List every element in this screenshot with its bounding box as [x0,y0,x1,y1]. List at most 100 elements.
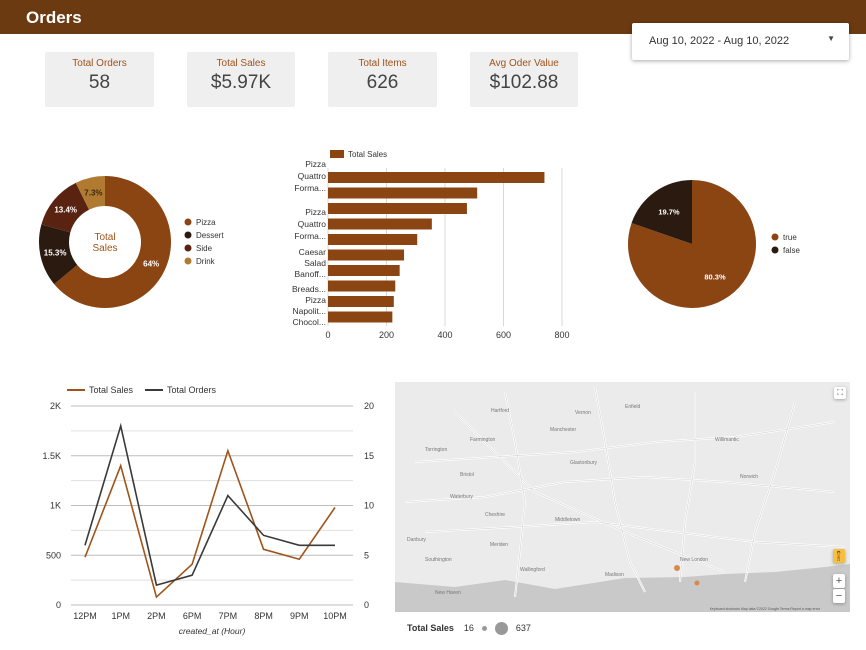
legend-swatch-side [184,244,192,252]
x-tick-label: 2PM [147,611,166,621]
kpi-card-total-sales: Total Sales $5.97K [187,52,295,107]
kpi-value: $102.88 [489,72,559,93]
date-range-label: Aug 10, 2022 - Aug 10, 2022 [649,35,790,47]
y-category-label: Pizza Quattro Forma... [294,159,326,193]
donut-center-label: Total [94,232,115,243]
bar-5 [328,249,405,261]
sales-map[interactable]: Hartford New Haven Waterbury Middletown Torr… [395,382,850,612]
x-tick-label: 1PM [111,611,130,621]
legend-label-false: false [783,246,800,255]
x-tick-label: 400 [437,330,452,340]
y-left-tick-label: 0 [56,600,61,610]
y-right-tick-label: 10 [364,501,374,511]
bar-8 [328,296,394,307]
legend-label-total-sales: Total Sales [89,385,134,395]
category-donut-chart: 64% 15.3% 13.4% 7.3% TotalSales Pizza Dessert S… [39,176,224,308]
zoom-in-button[interactable]: + [833,574,845,588]
legend-label-total-sales: Total Sales [348,150,387,159]
hourly-line-chart: 0 0 500 5 1K 10 1.5K 15 2K 20 12PM 1PM 2PM 6PM 7PM 8PM 9… [42,385,374,636]
y-category-label: Pizza Napolit... [292,295,326,316]
donut-value-label: 7.3% [84,188,102,197]
pie-value-label: 80.3% [704,272,726,281]
kpi-label: Total Sales [216,58,266,69]
y-left-tick-label: 1K [50,501,61,511]
legend-swatch-drink [184,257,192,265]
map-town-label: New Haven [435,590,461,596]
map-town-label: Bristol [460,472,474,478]
fullscreen-icon[interactable]: ⛶ [834,387,846,399]
legend-swatch-total-sales [330,150,344,158]
map-town-label: Torrington [425,447,448,453]
bar-6 [328,265,400,276]
y-right-tick-label: 0 [364,600,369,610]
map-town-label: Vernon [575,410,591,416]
y-category-label: Pizza Quattro Forma... [294,207,326,241]
donut-value-label: 64% [143,260,159,269]
y-category-label: Banoff... [294,269,326,279]
y-left-tick-label: 500 [46,550,61,560]
y-left-tick-label: 2K [50,401,61,411]
map-town-label: Enfield [625,404,641,410]
x-tick-label: 0 [325,330,330,340]
kpi-value: 626 [366,72,399,93]
legend-swatch-false [771,246,779,254]
map-town-label: Danbury [407,537,426,543]
kpi-value: 58 [88,72,111,93]
kpi-card-total-orders: Total Orders 58 [45,52,154,107]
y-right-tick-label: 15 [364,451,374,461]
kpi-label: Total Items [358,58,407,69]
map-legend-title: Total Sales [407,623,454,633]
bar-9 [328,311,393,323]
map-town-label: Southington [425,557,452,563]
top-items-bar-chart: Total Sales 0 200 400 600 800 Pizza Quattro Form… [292,150,570,340]
y-right-tick-label: 5 [364,550,369,560]
y-category-label: Chocol... [292,317,326,327]
map-attribution: Keyboard shortcuts Map data ©2022 Google… [709,607,820,611]
pie-value-label: 19.7% [658,208,680,217]
map-town-label: Hartford [491,408,510,414]
legend-label-side: Side [196,244,213,253]
kpi-card-avg-order-value: Avg Oder Value $102.88 [470,52,578,107]
sales-bubble [674,565,680,571]
page-title: Orders [26,8,82,27]
kpi-label: Total Orders [72,58,127,69]
legend-swatch-pizza [184,218,192,226]
map-size-legend: Total Sales 16 637 [407,620,531,636]
map-legend-min: 16 [463,623,474,633]
small-bubble-icon [481,625,487,631]
kpi-label: Avg Oder Value [489,58,559,69]
x-tick-label: 12PM [73,611,97,621]
legend-label-true: true [783,233,797,242]
map-town-label: Waterbury [450,494,473,500]
x-tick-label: 200 [379,330,394,340]
y-category-label: Caesar Salad [299,247,327,268]
x-tick-label: 7PM [219,611,238,621]
legend-label-total-orders: Total Orders [167,385,217,395]
large-bubble-icon [494,621,508,635]
y-category-label: Breads... [292,284,326,294]
zoom-out-button[interactable]: − [833,589,845,603]
donut-value-label: 13.4% [54,205,77,214]
kpi-card-total-items: Total Items 626 [328,52,437,107]
bar-0 [328,172,545,183]
x-tick-label: 6PM [183,611,202,621]
caret-down-icon: ▼ [827,34,835,43]
map-town-label: Willimantic [715,437,739,443]
boolean-pie-chart: 80.3% 19.7% true false [628,180,800,308]
map-town-label: Glastonbury [570,460,597,466]
pegman-icon[interactable]: 🧍 [833,549,845,563]
bar-1 [328,187,478,199]
map-town-label: Manchester [550,427,577,433]
bar-3 [328,218,432,230]
x-tick-label: 10PM [323,611,347,621]
date-range-picker[interactable]: Aug 10, 2022 - Aug 10, 2022 ▼ [632,23,849,60]
map-town-label: Middletown [555,517,581,523]
kpi-value: $5.97K [210,72,272,93]
x-tick-label: 800 [554,330,569,340]
bar-2 [328,203,467,214]
map-town-label: Norwich [740,474,759,480]
donut-center-label: Sales [92,243,117,254]
sales-bubble [694,580,700,586]
x-tick-label: 9PM [290,611,309,621]
series-line-total-sales [84,448,336,599]
